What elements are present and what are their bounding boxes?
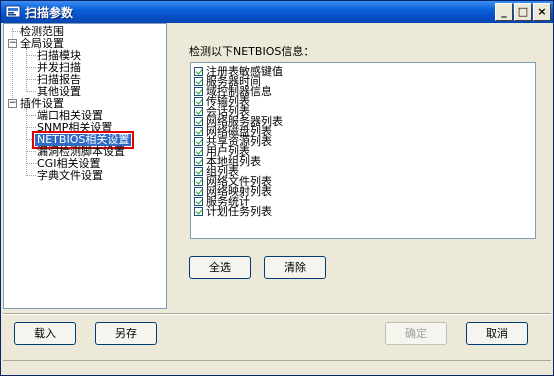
tree-connector (26, 67, 36, 68)
close-button[interactable]: × (533, 3, 551, 21)
collapse-toggle-icon[interactable]: − (8, 39, 17, 48)
checkbox-checked-icon[interactable] (194, 67, 203, 76)
scan-params-window: 扫描参数 _ □ × 检测范围 − 全局设置 扫描模块 并发扫描 扫描报告 其他… (0, 0, 554, 376)
tree-connector (26, 91, 36, 92)
settings-tree[interactable]: 检测范围 − 全局设置 扫描模块 并发扫描 扫描报告 其他设置 − 插件设置 端… (3, 23, 167, 309)
checkbox-checked-icon[interactable] (194, 177, 203, 186)
checkbox-checked-icon[interactable] (194, 117, 203, 126)
tree-connector (26, 55, 36, 56)
ok-button[interactable]: 确定 (385, 322, 447, 345)
netbios-settings-panel: 检测以下NETBIOS信息： 注册表敏感键值 服务器时间 域控制器信息 传输列表… (169, 23, 553, 309)
checkbox-checked-icon[interactable] (194, 147, 203, 156)
maximize-button[interactable]: □ (514, 3, 532, 21)
checkbox-checked-icon[interactable] (194, 197, 203, 206)
tree-connector (12, 31, 20, 32)
tree-connector (26, 115, 36, 116)
netbios-info-checklist[interactable]: 注册表敏感键值 服务器时间 域控制器信息 传输列表 会话列表 网络服务器列表 网… (190, 62, 536, 239)
load-button[interactable]: 载入 (14, 322, 76, 345)
footer-separator (3, 313, 551, 315)
title-bar[interactable]: 扫描参数 _ □ × (1, 1, 553, 23)
checkbox-checked-icon[interactable] (194, 127, 203, 136)
dialog-body: 检测范围 − 全局设置 扫描模块 并发扫描 扫描报告 其他设置 − 插件设置 端… (1, 23, 553, 375)
checkbox-checked-icon[interactable] (194, 97, 203, 106)
tree-connector (26, 151, 36, 152)
checkbox-checked-icon[interactable] (194, 207, 203, 216)
app-icon (5, 5, 21, 18)
checkbox-checked-icon[interactable] (194, 77, 203, 86)
save-as-button[interactable]: 另存 (95, 322, 157, 345)
checklist-item[interactable]: 计划任务列表 (194, 205, 272, 218)
checkbox-checked-icon[interactable] (194, 107, 203, 116)
tree-connector (26, 139, 34, 140)
checklist-item-label: 计划任务列表 (206, 205, 272, 218)
checkbox-checked-icon[interactable] (194, 137, 203, 146)
panel-heading: 检测以下NETBIOS信息： (189, 45, 315, 58)
minimize-button[interactable]: _ (495, 3, 513, 21)
status-bar (3, 360, 551, 374)
tree-connector (26, 79, 36, 80)
checkbox-checked-icon[interactable] (194, 187, 203, 196)
tree-item-dictionary-settings[interactable]: 字典文件设置 (37, 170, 103, 182)
tree-connector (26, 163, 36, 164)
checkbox-checked-icon[interactable] (194, 87, 203, 96)
tree-connector (26, 175, 36, 176)
checkbox-checked-icon[interactable] (194, 167, 203, 176)
tree-connector (26, 127, 36, 128)
tree-connector (26, 108, 27, 176)
collapse-toggle-icon[interactable]: − (8, 99, 17, 108)
checkbox-checked-icon[interactable] (194, 157, 203, 166)
cancel-button[interactable]: 取消 (466, 322, 528, 345)
clear-button[interactable]: 清除 (264, 256, 326, 279)
select-all-button[interactable]: 全选 (189, 256, 251, 279)
window-title: 扫描参数 (25, 6, 74, 20)
